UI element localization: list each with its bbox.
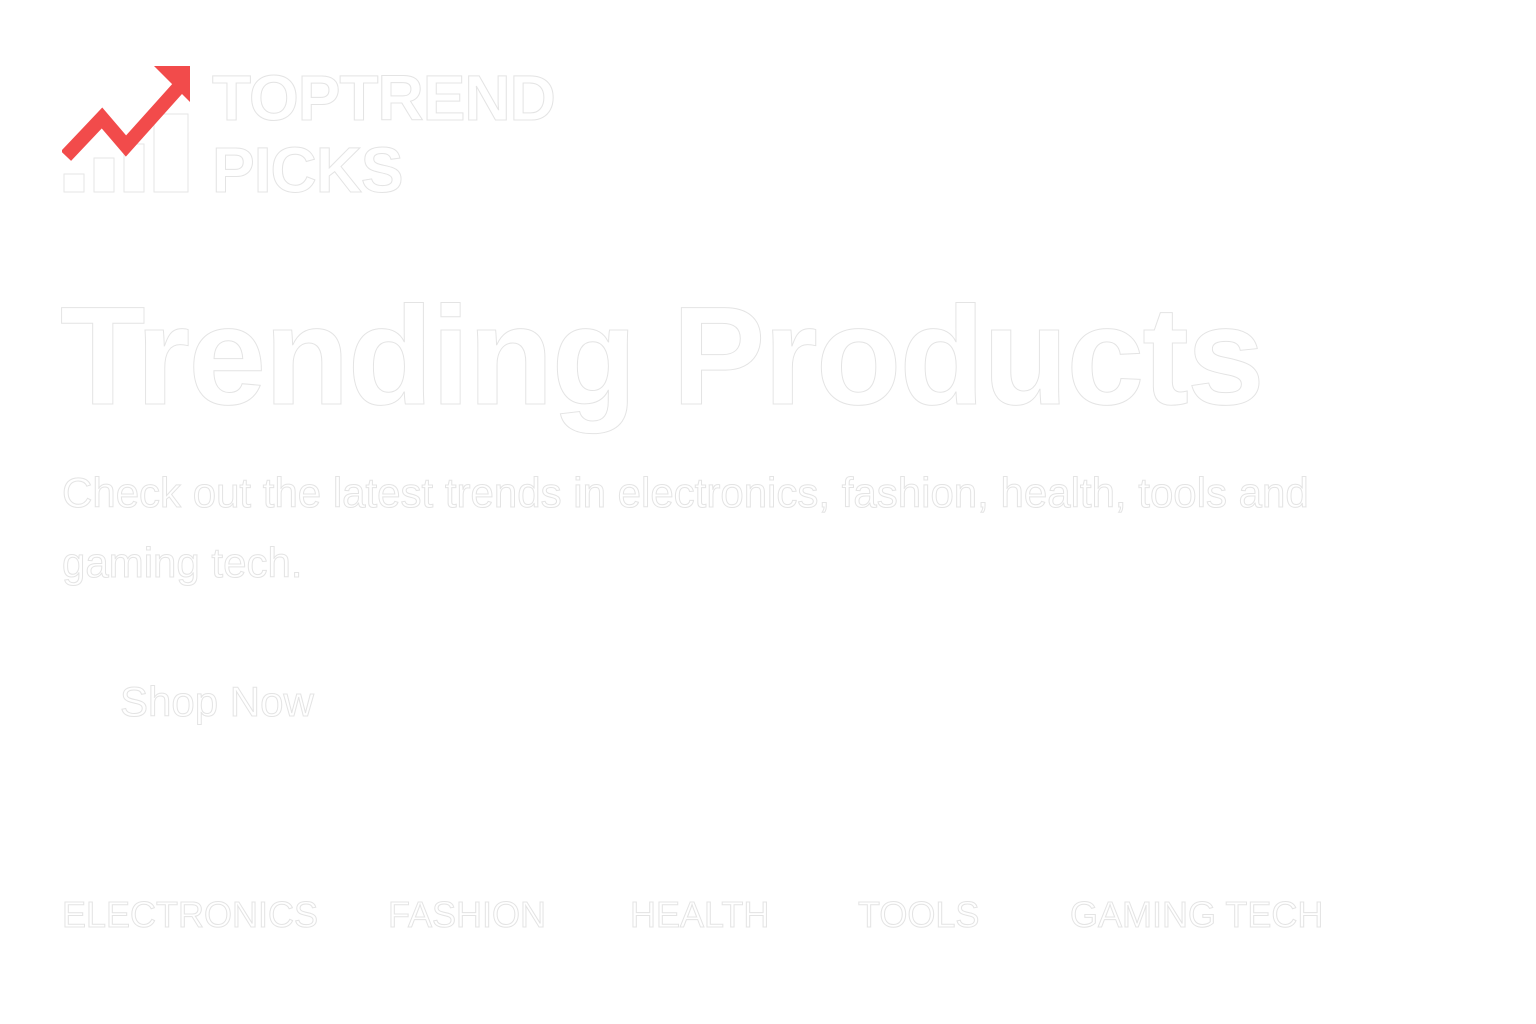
category-fashion[interactable]: FASHION	[387, 890, 546, 940]
brand-line-1: TOPTREND	[212, 62, 557, 135]
brand-wordmark: TOPTREND PICKS	[212, 62, 557, 207]
site-header: TOPTREND PICKS	[62, 62, 557, 207]
category-tools[interactable]: TOOLS	[857, 890, 979, 940]
hero-subtitle: Check out the latest trends in electroni…	[62, 469, 1310, 587]
page-title: Trending Products	[60, 277, 1266, 435]
trend-arrow-bar-chart-icon	[62, 66, 190, 193]
brand-logo-link[interactable]: TOPTREND PICKS	[62, 62, 557, 207]
category-health[interactable]: HEALTH	[629, 890, 769, 940]
brand-line-2: PICKS	[212, 134, 405, 207]
category-gaming-tech[interactable]: GAMING TECH	[1069, 890, 1323, 940]
category-electronics[interactable]: ELECTRONICS	[61, 890, 318, 940]
shop-now-button[interactable]: Shop Now	[62, 660, 362, 744]
